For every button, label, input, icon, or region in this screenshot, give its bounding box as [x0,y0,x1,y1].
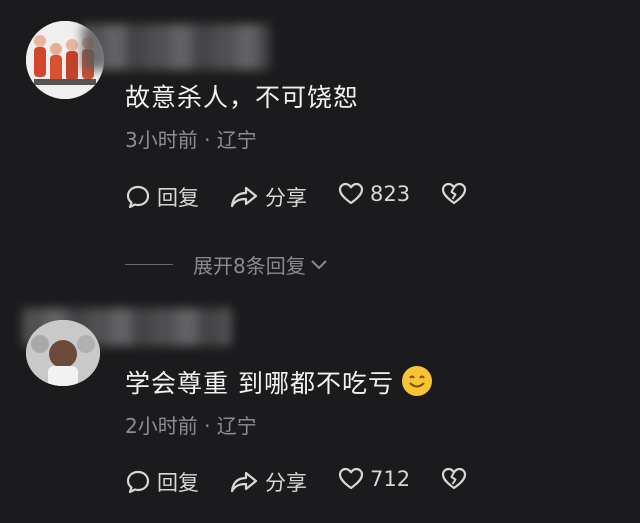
dislike-button[interactable] [441,467,467,491]
share-button[interactable]: 分享 [229,467,307,497]
smile-emoji-icon [409,375,425,388]
heart-icon [338,467,364,490]
avatar[interactable] [26,320,100,386]
smile-emoji [401,366,432,396]
reply-label: 回复 [157,471,199,495]
comment-2: 学会尊重 到哪都不吃亏 2小时前 · 辽宁 回复 分享 712 [0,0,640,523]
avatar-image [26,320,100,386]
reply-button[interactable]: 回复 [125,467,199,497]
share-icon [230,471,258,493]
comment-text: 学会尊重 到哪都不吃亏 [125,364,432,400]
like-count: 712 [370,467,411,491]
comment-icon [126,470,150,494]
like-button[interactable]: 712 [338,467,410,491]
comment-text-body: 学会尊重 到哪都不吃亏 [125,369,394,398]
share-label: 分享 [265,471,307,495]
comment-meta: 2小时前 · 辽宁 [125,414,257,438]
broken-heart-icon [441,467,467,490]
